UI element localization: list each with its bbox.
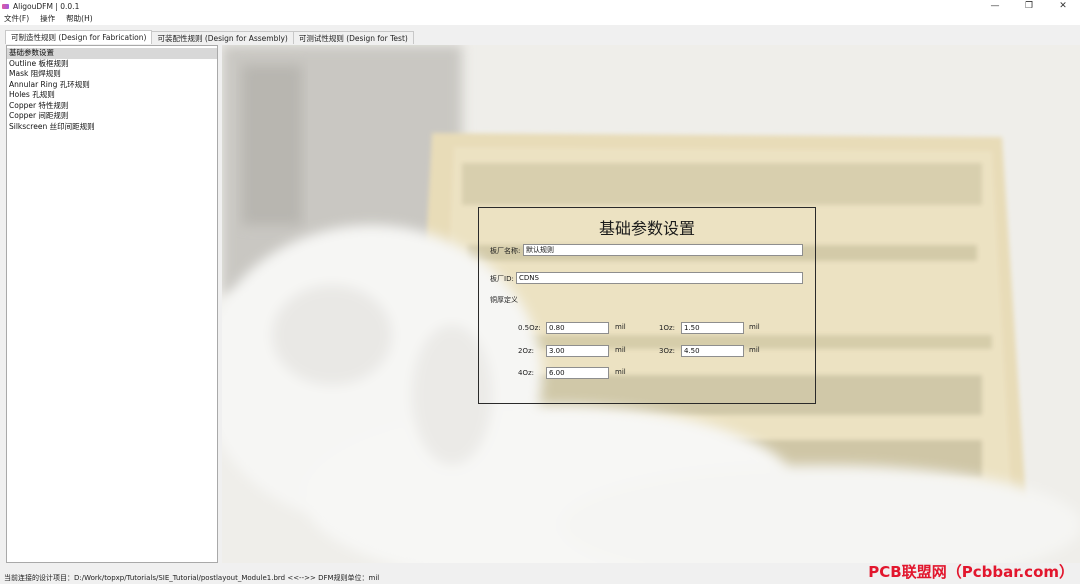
rule-tree: 基础参数设置 Outline 板框规则 Mask 阻焊规则 Annular Ri…: [6, 45, 218, 563]
copper-3oz-unit: mil: [749, 346, 760, 354]
watermark-text: PCB联盟网（Pcbbar.com）: [868, 563, 1074, 581]
copper-05oz-label: 0.5Oz:: [518, 324, 541, 332]
menu-operation[interactable]: 操作: [40, 13, 55, 24]
window-title: AligouDFM | 0.0.1: [13, 1, 80, 11]
menu-help[interactable]: 帮助(H): [66, 13, 93, 24]
factory-id-label: 板厂ID:: [490, 275, 514, 283]
factory-id-input[interactable]: CDNS: [516, 272, 803, 284]
copper-thickness-label: 铜厚定义: [490, 296, 518, 304]
copper-1oz-unit: mil: [749, 323, 760, 331]
copper-4oz-unit: mil: [615, 368, 626, 376]
tree-item-copper-feature[interactable]: Copper 特性规则: [7, 101, 217, 112]
copper-2oz-input[interactable]: 3.00: [546, 345, 609, 357]
tree-item-outline[interactable]: Outline 板框规则: [7, 59, 217, 70]
status-text: 当前连接的设计项目：D:/Work/topxp/Tutorials/SIE_Tu…: [4, 574, 380, 582]
copper-4oz-label: 4Oz:: [518, 369, 534, 377]
copper-2oz-unit: mil: [615, 346, 626, 354]
copper-4oz-input[interactable]: 6.00: [546, 367, 609, 379]
tree-item-basic-params[interactable]: 基础参数设置: [7, 48, 217, 59]
tab-design-for-test[interactable]: 可测试性规则 (Design for Test): [292, 31, 414, 44]
copper-3oz-input[interactable]: 4.50: [681, 345, 744, 357]
tree-item-mask[interactable]: Mask 阻焊规则: [7, 69, 217, 80]
panel-title: 基础参数设置: [598, 219, 695, 238]
copper-3oz-label: 3Oz:: [659, 347, 675, 355]
tree-item-silkscreen-spacing[interactable]: Silkscreen 丝印间距规则: [7, 122, 217, 133]
factory-name-input[interactable]: 默认规则: [523, 244, 803, 256]
window-controls: — ❐ ✕: [978, 0, 1080, 12]
copper-1oz-label: 1Oz:: [659, 324, 675, 332]
close-button[interactable]: ✕: [1046, 0, 1080, 12]
tree-item-annular-ring[interactable]: Annular Ring 孔环规则: [7, 80, 217, 91]
copper-1oz-input[interactable]: 1.50: [681, 322, 744, 334]
menu-bar: 文件(F) 操作 帮助(H): [0, 12, 1080, 25]
tab-design-for-fabrication[interactable]: 可制造性规则 (Design for Fabrication): [5, 30, 153, 44]
maximize-button[interactable]: ❐: [1012, 0, 1046, 12]
factory-name-label: 板厂名称:: [490, 247, 521, 255]
menu-file[interactable]: 文件(F): [4, 13, 29, 24]
copper-05oz-input[interactable]: 0.80: [546, 322, 609, 334]
basic-params-panel: 基础参数设置 板厂名称: 默认规则 板厂ID: CDNS 铜厚定义 0.5Oz:…: [478, 207, 816, 404]
app-logo-icon: [2, 3, 9, 9]
tree-item-copper-spacing[interactable]: Copper 间距规则: [7, 111, 217, 122]
copper-2oz-label: 2Oz:: [518, 347, 534, 355]
tab-design-for-assembly[interactable]: 可装配性规则 (Design for Assembly): [151, 31, 294, 44]
minimize-button[interactable]: —: [978, 0, 1012, 12]
tree-item-holes[interactable]: Holes 孔规则: [7, 90, 217, 101]
copper-05oz-unit: mil: [615, 323, 626, 331]
tab-bar: 可制造性规则 (Design for Fabrication) 可装配性规则 (…: [0, 30, 414, 44]
title-bar: AligouDFM | 0.0.1 — ❐ ✕: [0, 0, 1080, 12]
